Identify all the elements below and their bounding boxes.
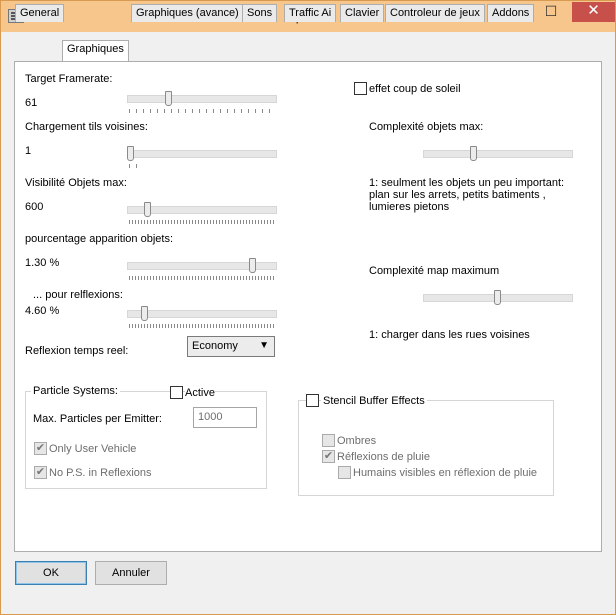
framerate-slider[interactable] (127, 91, 277, 113)
chevron-down-icon: ▼ (259, 340, 269, 351)
max-particles-input[interactable]: 1000 (193, 407, 257, 428)
cancel-button[interactable]: Annuler (95, 561, 167, 585)
reflections-label: ... pour relflexions: (33, 289, 123, 301)
tab-general[interactable]: General (15, 4, 65, 22)
slider-thumb[interactable] (494, 290, 501, 305)
realtime-label: Reflexion temps reel: (25, 345, 129, 357)
slider-thumb[interactable] (469, 146, 477, 161)
complexity-map-label: Complexité map maximum (369, 265, 500, 277)
slider-thumb[interactable] (249, 258, 257, 273)
tab-controleur-de-jeux[interactable]: Controleur de jeux (385, 4, 485, 22)
complexity-objects-label: Complexité objets max: (369, 121, 484, 133)
tab-graphiques-avance[interactable]: Graphiques (avance) (131, 4, 244, 22)
complexity-objects-desc-1: 1: seulment les objets un peu important: (369, 177, 565, 189)
humans-reflection-checkbox[interactable] (338, 466, 351, 479)
framerate-value: 61 (25, 97, 38, 109)
tiles-label: Chargement tils voisines: (25, 121, 148, 133)
ok-button[interactable]: OK (15, 561, 87, 585)
stencil-buffer-group (298, 400, 554, 496)
slider-thumb[interactable] (165, 91, 173, 106)
no-ps-reflexions-label: No P.S. in Reflexions (49, 467, 152, 479)
complexity-map-slider[interactable] (423, 290, 573, 312)
complexity-objects-desc-3: lumieres pietons (369, 201, 450, 213)
particles-active-label: Active (185, 387, 215, 399)
tab-clavier[interactable]: Clavier (340, 4, 385, 22)
slider-thumb[interactable] (144, 202, 152, 217)
only-user-vehicle-label: Only User Vehicle (49, 443, 137, 455)
sunburst-checkbox[interactable] (354, 82, 367, 95)
no-ps-reflexions-checkbox[interactable]: ✔ (34, 466, 47, 479)
only-user-vehicle-checkbox[interactable]: ✔ (34, 442, 47, 455)
realtime-select-value: Economy (192, 340, 238, 352)
rain-reflections-label: Réflexions de pluie (337, 451, 430, 463)
sunburst-label: effet coup de soleil (369, 83, 461, 95)
stencil-buffer-checkbox[interactable] (306, 394, 319, 407)
reflections-slider[interactable] (127, 306, 277, 328)
close-button[interactable]: ✕ (572, 2, 615, 22)
reflections-value: 4.60 % (25, 305, 60, 317)
complexity-map-desc: 1: charger dans les rues voisines (369, 329, 530, 341)
tiles-value: 1 (25, 145, 32, 157)
particles-active-checkbox[interactable] (170, 386, 183, 399)
objects-label: Visibilité Objets max: (25, 177, 127, 189)
tab-graphiques[interactable]: Graphiques (62, 40, 129, 61)
realtime-select[interactable]: Economy ▼ (187, 336, 275, 357)
slider-thumb[interactable] (127, 146, 134, 161)
humans-reflection-label: Humains visibles en réflexion de pluie (353, 467, 538, 479)
tab-sons[interactable]: Sons (242, 4, 278, 22)
tab-traffic-ai[interactable]: Traffic Ai (284, 4, 337, 22)
rain-reflections-checkbox[interactable]: ✔ (322, 450, 335, 463)
options-window: Options — ☐ ✕ General Graphiques Graphiq… (0, 0, 616, 615)
objects-value: 600 (25, 201, 44, 213)
tiles-slider[interactable] (127, 146, 277, 168)
tab-addons[interactable]: Addons (487, 4, 535, 22)
ombres-checkbox[interactable] (322, 434, 335, 447)
max-particles-label: Max. Particles per Emitter: (33, 413, 162, 425)
ombres-label: Ombres (337, 435, 377, 447)
particle-systems-title: Particle Systems: (31, 385, 120, 397)
framerate-label: Target Framerate: (25, 73, 113, 85)
complexity-objects-desc-2: plan sur les arrets, petits batiments , (369, 189, 546, 201)
appearance-slider[interactable] (127, 258, 277, 280)
maximize-button[interactable]: ☐ (537, 2, 565, 22)
slider-thumb[interactable] (141, 306, 149, 321)
objects-slider[interactable] (127, 202, 277, 224)
complexity-objects-slider[interactable] (423, 146, 573, 168)
appearance-label: pourcentage apparition objets: (25, 233, 173, 245)
appearance-value: 1.30 % (25, 257, 60, 269)
stencil-buffer-label: Stencil Buffer Effects (321, 395, 427, 407)
